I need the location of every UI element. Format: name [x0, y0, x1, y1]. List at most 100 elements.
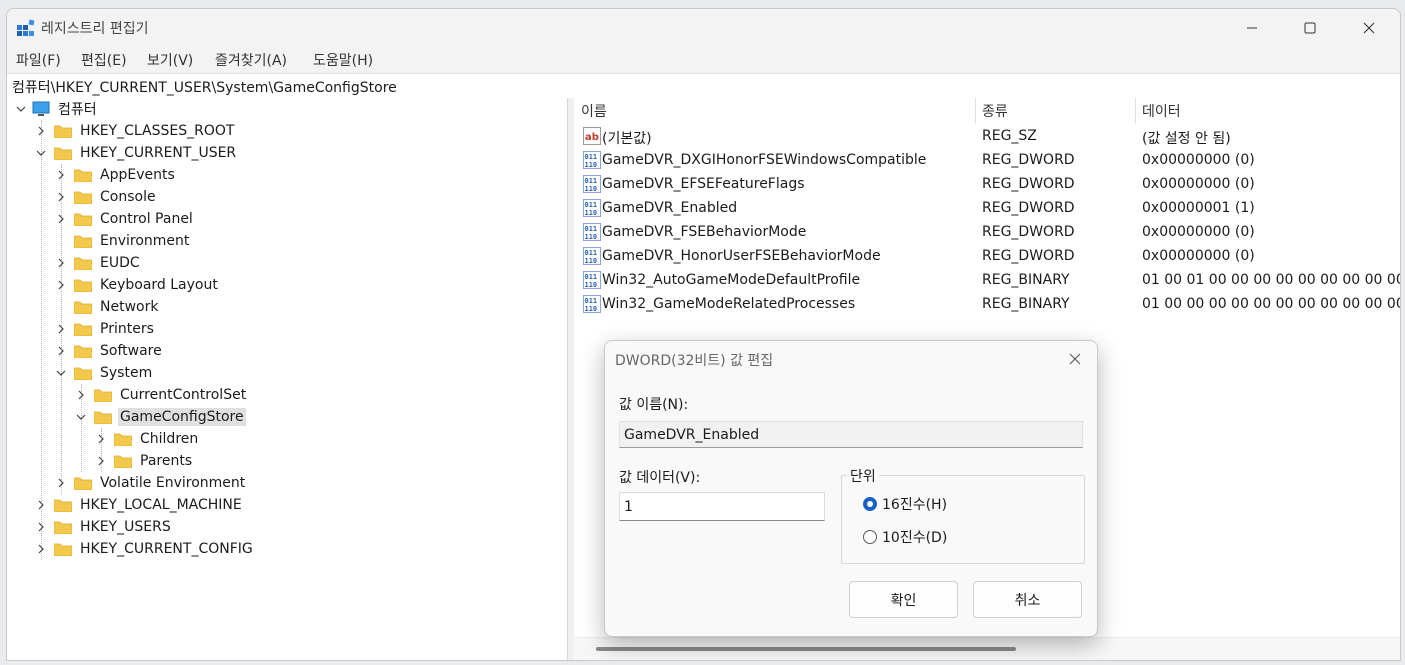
tree-item-hku[interactable]: HKEY_USERS: [34, 516, 173, 538]
chevron-right-icon[interactable]: [54, 208, 68, 230]
maximize-button[interactable]: [1281, 9, 1339, 47]
chevron-right-icon[interactable]: [54, 252, 68, 274]
tree-item-label: Parents: [140, 453, 193, 469]
radio-unselected-icon[interactable]: [863, 530, 877, 544]
scrollbar-thumb[interactable]: [596, 647, 1016, 651]
value-data: 0x00000000 (0): [1142, 248, 1255, 264]
folder-icon: [73, 300, 93, 315]
binary-value-icon: 011110: [583, 199, 601, 217]
address-path[interactable]: 컴퓨터\HKEY_CURRENT_USER\System\GameConfigS…: [12, 77, 397, 97]
value-name: Win32_GameModeRelatedProcesses: [602, 296, 856, 312]
value-row[interactable]: ab (기본값) REG_SZ (값 설정 안 됨): [574, 125, 1400, 149]
value-name: (기본값): [602, 131, 652, 147]
column-header-name[interactable]: 이름: [581, 98, 607, 124]
base-group-title: 단위: [847, 466, 879, 486]
value-row[interactable]: 011 110 GameDVR_DXGIHonorFSEWindowsCompati…: [574, 149, 1400, 173]
chevron-right-icon[interactable]: [54, 164, 68, 186]
value-type: REG_BINARY: [982, 272, 1070, 288]
binary-value-icon: 011110: [583, 271, 601, 289]
value-row[interactable]: 011 110 GameDVR_FSEBehaviorMode REG_DWORD 0x…: [574, 221, 1400, 245]
menu-edit[interactable]: 편집(E): [81, 50, 127, 70]
chevron-right-icon[interactable]: [54, 186, 68, 208]
chevron-right-icon[interactable]: [54, 274, 68, 296]
chevron-right-icon[interactable]: [54, 340, 68, 362]
radio-decimal[interactable]: 10진수(D): [863, 527, 947, 547]
column-divider[interactable]: [975, 98, 976, 124]
tree-item-control-panel[interactable]: Control Panel: [54, 208, 195, 230]
chevron-down-icon[interactable]: [34, 142, 48, 164]
column-divider[interactable]: [1135, 98, 1136, 124]
chevron-down-icon[interactable]: [54, 362, 68, 384]
chevron-down-icon[interactable]: [14, 98, 28, 120]
value-data-input[interactable]: [619, 492, 825, 521]
tree-item-volatile-environment[interactable]: Volatile Environment: [54, 472, 247, 494]
registry-editor-icon: [17, 19, 35, 36]
chevron-right-icon[interactable]: [34, 516, 48, 538]
menu-help[interactable]: 도움말(H): [313, 50, 373, 70]
tree-item-printers[interactable]: Printers: [54, 318, 156, 340]
tree-item-label: HKEY_CURRENT_CONFIG: [80, 541, 253, 557]
value-data: (값 설정 안 됨): [1142, 131, 1231, 147]
chevron-right-icon[interactable]: [94, 428, 108, 450]
tree-item-network[interactable]: Network: [54, 296, 160, 318]
value-type: REG_DWORD: [982, 200, 1075, 216]
horizontal-scrollbar[interactable]: [574, 637, 1400, 660]
tree-item-parents[interactable]: Parents: [94, 450, 194, 472]
title-bar[interactable]: 레지스트리 편집기: [7, 9, 1400, 47]
value-type: REG_SZ: [982, 128, 1037, 144]
folder-icon: [113, 432, 133, 447]
column-header-data[interactable]: 데이터: [1142, 98, 1181, 124]
value-row[interactable]: 011 110 Win32_GameModeRelatedProcesses REG_…: [574, 293, 1400, 317]
value-row[interactable]: 011 110 GameDVR_EFSEFeatureFlags REG_DWORD 0…: [574, 173, 1400, 197]
tree-item-console[interactable]: Console: [54, 186, 158, 208]
close-button[interactable]: [1340, 9, 1398, 47]
value-row[interactable]: 011 110 Win32_AutoGameModeDefaultProfile RE…: [574, 269, 1400, 293]
value-name-field[interactable]: [619, 421, 1083, 448]
tree-item-computer[interactable]: 컴퓨터: [14, 98, 99, 120]
menu-view[interactable]: 보기(V): [147, 50, 193, 70]
chevron-right-icon[interactable]: [54, 472, 68, 494]
tree-item-hkcr[interactable]: HKEY_CLASSES_ROOT: [34, 120, 236, 142]
tree-item-children[interactable]: Children: [94, 428, 200, 450]
tree-item-gameconfigstore[interactable]: GameConfigStore: [74, 406, 246, 428]
column-header-type[interactable]: 종류: [982, 98, 1008, 124]
registry-editor-window: 레지스트리 편집기 파일(F) 편집(E) 보기(V) 즐겨찾기(A) 도움말(…: [6, 8, 1401, 661]
chevron-right-icon[interactable]: [74, 384, 88, 406]
chevron-right-icon[interactable]: [94, 450, 108, 472]
chevron-down-icon[interactable]: [74, 406, 88, 428]
value-data: 0x00000000 (0): [1142, 176, 1255, 192]
key-tree[interactable]: 컴퓨터 HKEY_CLASSES_ROOT HKEY_CURRENT_USER …: [7, 98, 568, 660]
tree-item-system[interactable]: System: [54, 362, 154, 384]
tree-item-currentcontrolset[interactable]: CurrentControlSet: [74, 384, 248, 406]
address-bar[interactable]: 컴퓨터\HKEY_CURRENT_USER\System\GameConfigS…: [7, 73, 1400, 99]
chevron-right-icon[interactable]: [34, 120, 48, 142]
chevron-right-icon[interactable]: [34, 538, 48, 560]
tree-item-eudc[interactable]: EUDC: [54, 252, 142, 274]
radio-hexadecimal[interactable]: 16진수(H): [863, 494, 947, 514]
cancel-button[interactable]: 취소: [973, 581, 1082, 618]
menu-file[interactable]: 파일(F): [16, 50, 61, 70]
folder-icon: [53, 520, 73, 535]
tree-item-software[interactable]: Software: [54, 340, 164, 362]
tree-item-environment[interactable]: Environment: [54, 230, 191, 252]
tree-item-label: Children: [140, 431, 199, 447]
value-row[interactable]: 011 110 GameDVR_HonorUserFSEBehaviorMode RE…: [574, 245, 1400, 269]
base-groupbox: [841, 475, 1085, 564]
tree-item-appevents[interactable]: AppEvents: [54, 164, 177, 186]
value-row[interactable]: 011 110 GameDVR_Enabled REG_DWORD 0x00000001…: [574, 197, 1400, 221]
tree-item-keyboard-layout[interactable]: Keyboard Layout: [54, 274, 220, 296]
chevron-right-icon[interactable]: [54, 318, 68, 340]
ok-button[interactable]: 확인: [849, 581, 958, 618]
chevron-right-icon[interactable]: [34, 494, 48, 516]
menu-favorites[interactable]: 즐겨찾기(A): [215, 50, 287, 70]
tree-item-hklm[interactable]: HKEY_LOCAL_MACHINE: [34, 494, 244, 516]
tree-item-label: Keyboard Layout: [100, 277, 218, 293]
radio-selected-icon[interactable]: [863, 497, 877, 511]
tree-item-hkcc[interactable]: HKEY_CURRENT_CONFIG: [34, 538, 255, 560]
tree-item-label: System: [100, 365, 153, 381]
folder-icon: [73, 278, 93, 293]
tree-item-hkcu[interactable]: HKEY_CURRENT_USER: [34, 142, 238, 164]
dialog-close-button[interactable]: [1061, 347, 1089, 371]
minimize-button[interactable]: [1223, 9, 1281, 47]
value-data: 0x00000001 (1): [1142, 200, 1255, 216]
